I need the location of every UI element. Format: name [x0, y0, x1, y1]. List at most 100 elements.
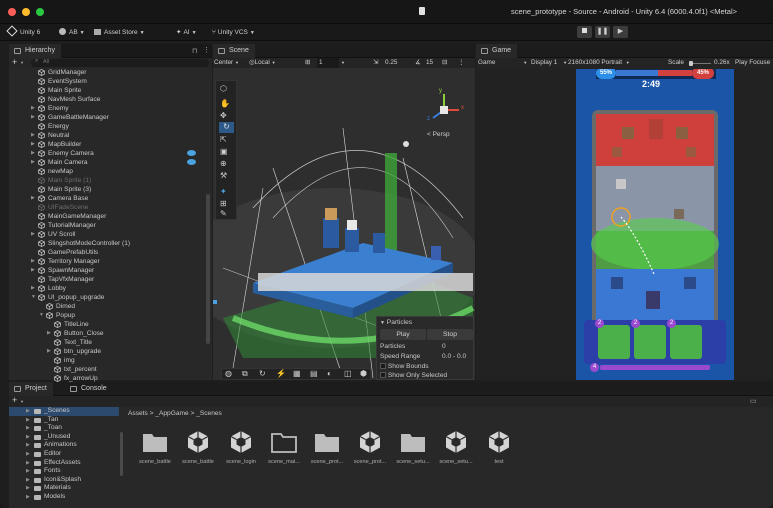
camera-visibility-icon[interactable]	[187, 150, 196, 156]
hierarchy-item[interactable]: Main Sprite (3)	[9, 185, 212, 194]
expand-arrow-icon[interactable]: ▶	[47, 347, 53, 356]
hierarchy-item[interactable]: newMap	[9, 167, 212, 176]
folder-tree-item[interactable]: ▶ Materials	[9, 484, 119, 493]
particles-header[interactable]: ▼ Particles	[380, 319, 412, 326]
expand-arrow-icon[interactable]: ▶	[31, 266, 37, 275]
frame-tool-icon[interactable]: ▦	[293, 369, 301, 378]
camera-visibility-icon[interactable]	[187, 159, 196, 165]
card-3[interactable]	[670, 325, 702, 359]
expand-arrow-icon[interactable]: ▶	[26, 450, 30, 459]
hierarchy-item[interactable]: Dimed	[9, 302, 212, 311]
custom-tool-icon[interactable]: ⚒	[220, 171, 232, 181]
show-bounds-toggle[interactable]: Show Bounds	[380, 363, 429, 370]
hierarchy-item[interactable]: img	[9, 356, 212, 365]
hierarchy-item[interactable]: TitleLine	[9, 320, 212, 329]
hierarchy-item[interactable]: ▶ MapBuilder	[9, 140, 212, 149]
ai-dropdown[interactable]: ✦ AI ▼	[176, 27, 197, 39]
expand-arrow-icon[interactable]: ▶	[31, 158, 37, 167]
hierarchy-item[interactable]: Energy	[9, 122, 212, 131]
grid-value-field[interactable]: 1	[317, 58, 339, 68]
particles-stop-button[interactable]: Stop	[427, 329, 473, 340]
game-mode-dropdown[interactable]: Game ▼	[478, 58, 527, 68]
add-icon[interactable]: +	[12, 395, 17, 405]
expand-arrow-icon[interactable]: ▶	[26, 416, 30, 425]
particles-play-button[interactable]: Play	[380, 329, 426, 340]
step-button[interactable]: ▶	[613, 26, 628, 38]
expand-arrow-icon[interactable]: ▶	[31, 131, 37, 140]
expand-arrow-icon[interactable]: ▶	[31, 140, 37, 149]
more-icon[interactable]: ⋮	[458, 58, 464, 68]
play-button[interactable]	[577, 26, 592, 38]
folder-tree-item[interactable]: ▶ Animations	[9, 441, 119, 450]
perspective-label[interactable]: < Persp	[427, 131, 450, 138]
card-1[interactable]	[598, 325, 630, 359]
more-icon[interactable]: ⋮	[203, 46, 210, 54]
hierarchy-item[interactable]: TutorialManager	[9, 221, 212, 230]
folder-tree-item[interactable]: ▶ Fonts	[9, 467, 119, 476]
space-dropdown[interactable]: ◎Local ▼	[249, 58, 276, 68]
hierarchy-item[interactable]: ▶ Territory Manager	[9, 257, 212, 266]
expand-arrow-icon[interactable]: ▶	[31, 104, 37, 113]
expand-arrow-icon[interactable]: ▶	[47, 329, 53, 338]
mesh-tool-icon[interactable]: ▤	[310, 369, 318, 378]
display-dropdown[interactable]: Display 1 ▼	[531, 58, 567, 68]
scale-control[interactable]: Scale	[668, 58, 684, 68]
hierarchy-item[interactable]: txt_percent	[9, 365, 212, 374]
asset-item[interactable]: scene_setu...	[393, 429, 433, 465]
chevron-down-icon[interactable]: ▼	[341, 58, 345, 68]
moon-tool-icon[interactable]: ◐	[327, 369, 332, 378]
scene-viewport[interactable]: ⬡ ✋ ✥ ↻ ⇱ ▣ ⊕ ⚒ ✦ ⊞ ✎ y x z < Persp ▼ Pa…	[213, 68, 475, 380]
hierarchy-item[interactable]: ▶ Main Camera	[9, 158, 212, 167]
component-tool-icon[interactable]: ✦	[220, 187, 232, 197]
expand-arrow-icon[interactable]: ▶	[31, 194, 37, 203]
orientation-gizmo[interactable]: y x z < Persp	[419, 88, 469, 142]
folder-tree-item[interactable]: ▶ _Tan	[9, 416, 119, 425]
rotate-overlay-icon[interactable]: ↻	[259, 369, 266, 378]
card-2[interactable]	[634, 325, 666, 359]
wand-tool-icon[interactable]: ⚡	[276, 369, 286, 378]
hierarchy-item[interactable]: ▶ Enemy Camera	[9, 149, 212, 158]
scale-tool-icon[interactable]: ⇱	[220, 135, 232, 145]
show-bounds-checkbox[interactable]	[380, 363, 386, 369]
game-viewport[interactable]: 55% 45% 2:49 2 2 2 4	[476, 69, 773, 380]
hierarchy-item[interactable]: ▼ Popup	[9, 311, 212, 320]
unity-menu-button[interactable]: Unity 6	[6, 25, 40, 39]
expand-arrow-icon[interactable]: ▶	[26, 484, 30, 493]
folder-tree-item[interactable]: ▶ EffectAssets	[9, 459, 119, 468]
settings-tool-icon[interactable]: ⬢	[360, 369, 367, 378]
hierarchy-item[interactable]: UIFadeScene	[9, 203, 212, 212]
add-icon[interactable]: +	[12, 57, 17, 67]
move-tool-icon[interactable]: ✥	[220, 111, 232, 121]
view-options-icon[interactable]: ⬡	[220, 84, 232, 94]
expand-arrow-icon[interactable]: ▶	[31, 149, 37, 158]
scale-slider[interactable]	[689, 61, 711, 66]
hierarchy-item[interactable]: ▶ Lobby	[9, 284, 212, 293]
snap-icon[interactable]: ⇲	[373, 58, 378, 68]
hierarchy-item[interactable]: ▶ Camera Base	[9, 194, 212, 203]
snap-value[interactable]: 0.25	[385, 58, 397, 68]
cube-tool-icon[interactable]: ⧉	[242, 369, 248, 379]
folder-tree-item[interactable]: ▶ _Scenes	[9, 407, 119, 416]
hand-tool-icon[interactable]: ✋	[220, 99, 232, 109]
hierarchy-item[interactable]: ▶ Button_Close	[9, 329, 212, 338]
asset-item[interactable]: scene_prot...	[307, 429, 347, 465]
asset-item[interactable]: test	[479, 429, 519, 465]
tab-hierarchy[interactable]: Hierarchy	[9, 44, 61, 58]
show-only-selected-checkbox[interactable]	[380, 372, 386, 378]
tab-scene[interactable]: Scene	[213, 44, 255, 58]
pivot-dropdown[interactable]: Center ▼	[214, 58, 239, 68]
draw-tool-icon[interactable]: ✎	[220, 209, 232, 219]
hierarchy-item[interactable]: EventSystem	[9, 77, 212, 86]
hierarchy-item[interactable]: Text_Title	[9, 338, 212, 347]
folder-tree-item[interactable]: ▶ Models	[9, 493, 119, 502]
expand-arrow-open-icon[interactable]: ▼	[31, 293, 37, 302]
hierarchy-search-input[interactable]: ⌕ All	[31, 58, 209, 67]
asset-item[interactable]: scene_battle	[135, 429, 175, 465]
hierarchy-item[interactable]: GamePrefabUtils	[9, 248, 212, 257]
hierarchy-item[interactable]: ▶ GameBattleManager	[9, 113, 212, 122]
lock-icon[interactable]: ⊓	[192, 47, 197, 55]
folder-tree-item[interactable]: ▶ _Unused	[9, 433, 119, 442]
layers-tool-icon[interactable]: ◫	[344, 369, 352, 378]
asset-item[interactable]: scene_setu...	[436, 429, 476, 465]
expand-arrow-icon[interactable]: ▶	[26, 407, 30, 416]
